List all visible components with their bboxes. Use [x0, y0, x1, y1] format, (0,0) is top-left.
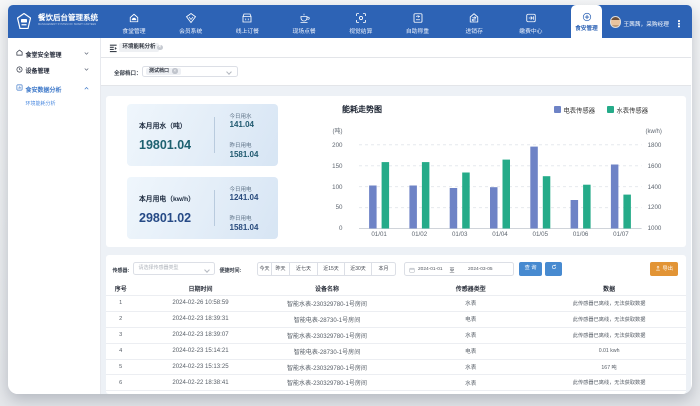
svg-text:01/01: 01/01 — [371, 231, 387, 238]
svg-text:1400: 1400 — [648, 183, 662, 190]
svg-text:200: 200 — [332, 141, 343, 148]
svg-text:01/05: 01/05 — [533, 231, 549, 238]
svg-text:0: 0 — [339, 224, 343, 231]
svg-text:1600: 1600 — [648, 162, 662, 169]
svg-text:(kw/h): (kw/h) — [646, 129, 662, 135]
svg-text:01/02: 01/02 — [412, 231, 428, 238]
svg-text:1000: 1000 — [648, 224, 662, 231]
svg-text:01/07: 01/07 — [613, 231, 629, 238]
svg-text:能耗走势图: 能耗走势图 — [342, 104, 382, 114]
svg-text:水表传感器: 水表传感器 — [617, 105, 649, 114]
svg-text:100: 100 — [332, 183, 343, 190]
svg-text:1800: 1800 — [648, 141, 662, 148]
svg-text:01/04: 01/04 — [492, 231, 508, 238]
svg-text:01/03: 01/03 — [452, 231, 468, 238]
svg-text:50: 50 — [336, 204, 343, 211]
svg-text:01/06: 01/06 — [573, 231, 589, 238]
svg-text:(吨): (吨) — [333, 127, 343, 135]
svg-text:电表传感器: 电表传感器 — [564, 105, 596, 114]
svg-text:150: 150 — [332, 162, 343, 169]
svg-text:1200: 1200 — [648, 204, 662, 211]
